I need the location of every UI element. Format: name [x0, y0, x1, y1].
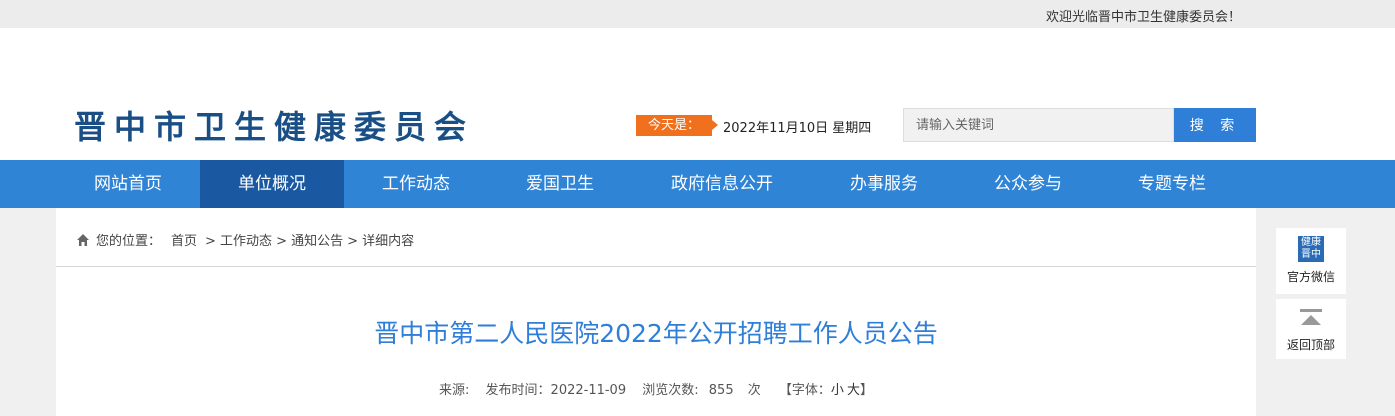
- today-label: 今天是：: [636, 115, 718, 136]
- article-title: 晋中市第二人民医院2022年公开招聘工作人员公告: [374, 319, 938, 348]
- main-nav: 网站首页 单位概况 工作动态 爱国卫生 政府信息公开 办事服务 公众参与 专题专…: [0, 160, 1395, 208]
- top-bar: 欢迎光临晋中市卫生健康委员会！: [0, 0, 1395, 28]
- nav-item-home[interactable]: 网站首页: [56, 160, 200, 208]
- wechat-label: 官方微信: [1286, 270, 1335, 284]
- qr-text-top: 健康: [1301, 237, 1321, 248]
- arrow-up-icon: [1300, 309, 1322, 325]
- breadcrumb-home[interactable]: 首页: [171, 230, 197, 249]
- article-panel: 您的位置： 首页 > 工作动态 > 通知公告 > 详细内容 晋中市第二人民医院2…: [56, 208, 1256, 416]
- search-button[interactable]: 搜 索: [1174, 108, 1256, 142]
- search-input[interactable]: [903, 108, 1174, 142]
- nav-item-services[interactable]: 办事服务: [812, 160, 956, 208]
- font-size-prefix: 【字体：: [778, 383, 831, 398]
- qr-text-bottom: 晋中: [1301, 249, 1321, 260]
- views-unit: 次: [747, 383, 761, 398]
- font-large-button[interactable]: 大: [847, 383, 860, 398]
- article-meta: 来源: 发布时间：2022-11-09 浏览次数: 855 次 【字体：小 大】: [56, 379, 1256, 398]
- breadcrumb: 您的位置： 首页 > 工作动态 > 通知公告 > 详细内容: [76, 230, 418, 249]
- nav-item-gov-info[interactable]: 政府信息公开: [650, 160, 794, 208]
- publish-time: 发布时间：2022-11-09: [485, 383, 627, 398]
- nav-item-patriotic-health[interactable]: 爱国卫生: [488, 160, 632, 208]
- welcome-text: 欢迎光临晋中市卫生健康委员会！: [1046, 10, 1242, 25]
- header: 晋中市卫生健康委员会 今天是： 2022年11月10日 星期四 搜 索: [0, 28, 1395, 160]
- nav-item-special-topics[interactable]: 专题专栏: [1100, 160, 1244, 208]
- breadcrumb-work-news[interactable]: > 工作动态: [205, 230, 272, 249]
- breadcrumb-notices[interactable]: > 通知公告: [276, 230, 343, 249]
- font-small-button[interactable]: 小: [831, 383, 844, 398]
- official-wechat[interactable]: 健康 晋中 官方微信: [1276, 228, 1346, 294]
- back-to-top-button[interactable]: 返回顶部: [1276, 299, 1346, 359]
- nav-item-public-participation[interactable]: 公众参与: [956, 160, 1100, 208]
- views-count: 855: [708, 383, 734, 398]
- divider: [56, 266, 1256, 267]
- current-date: 2022年11月10日 星期四: [723, 121, 872, 136]
- backtop-label: 返回顶部: [1286, 338, 1335, 352]
- nav-item-work-news[interactable]: 工作动态: [344, 160, 488, 208]
- wechat-qr-icon: 健康 晋中: [1298, 236, 1324, 262]
- breadcrumb-prefix: 您的位置：: [96, 234, 162, 249]
- breadcrumb-detail: > 详细内容: [347, 234, 415, 249]
- source-label: 来源:: [439, 383, 470, 398]
- font-size-suffix: 】: [859, 383, 873, 398]
- site-logo[interactable]: 晋中市卫生健康委员会: [74, 102, 474, 148]
- home-icon: [77, 233, 89, 246]
- views-label: 浏览次数:: [642, 383, 699, 398]
- nav-item-unit-overview[interactable]: 单位概况: [200, 160, 344, 208]
- font-size-control: 【字体：小 大】: [779, 383, 873, 398]
